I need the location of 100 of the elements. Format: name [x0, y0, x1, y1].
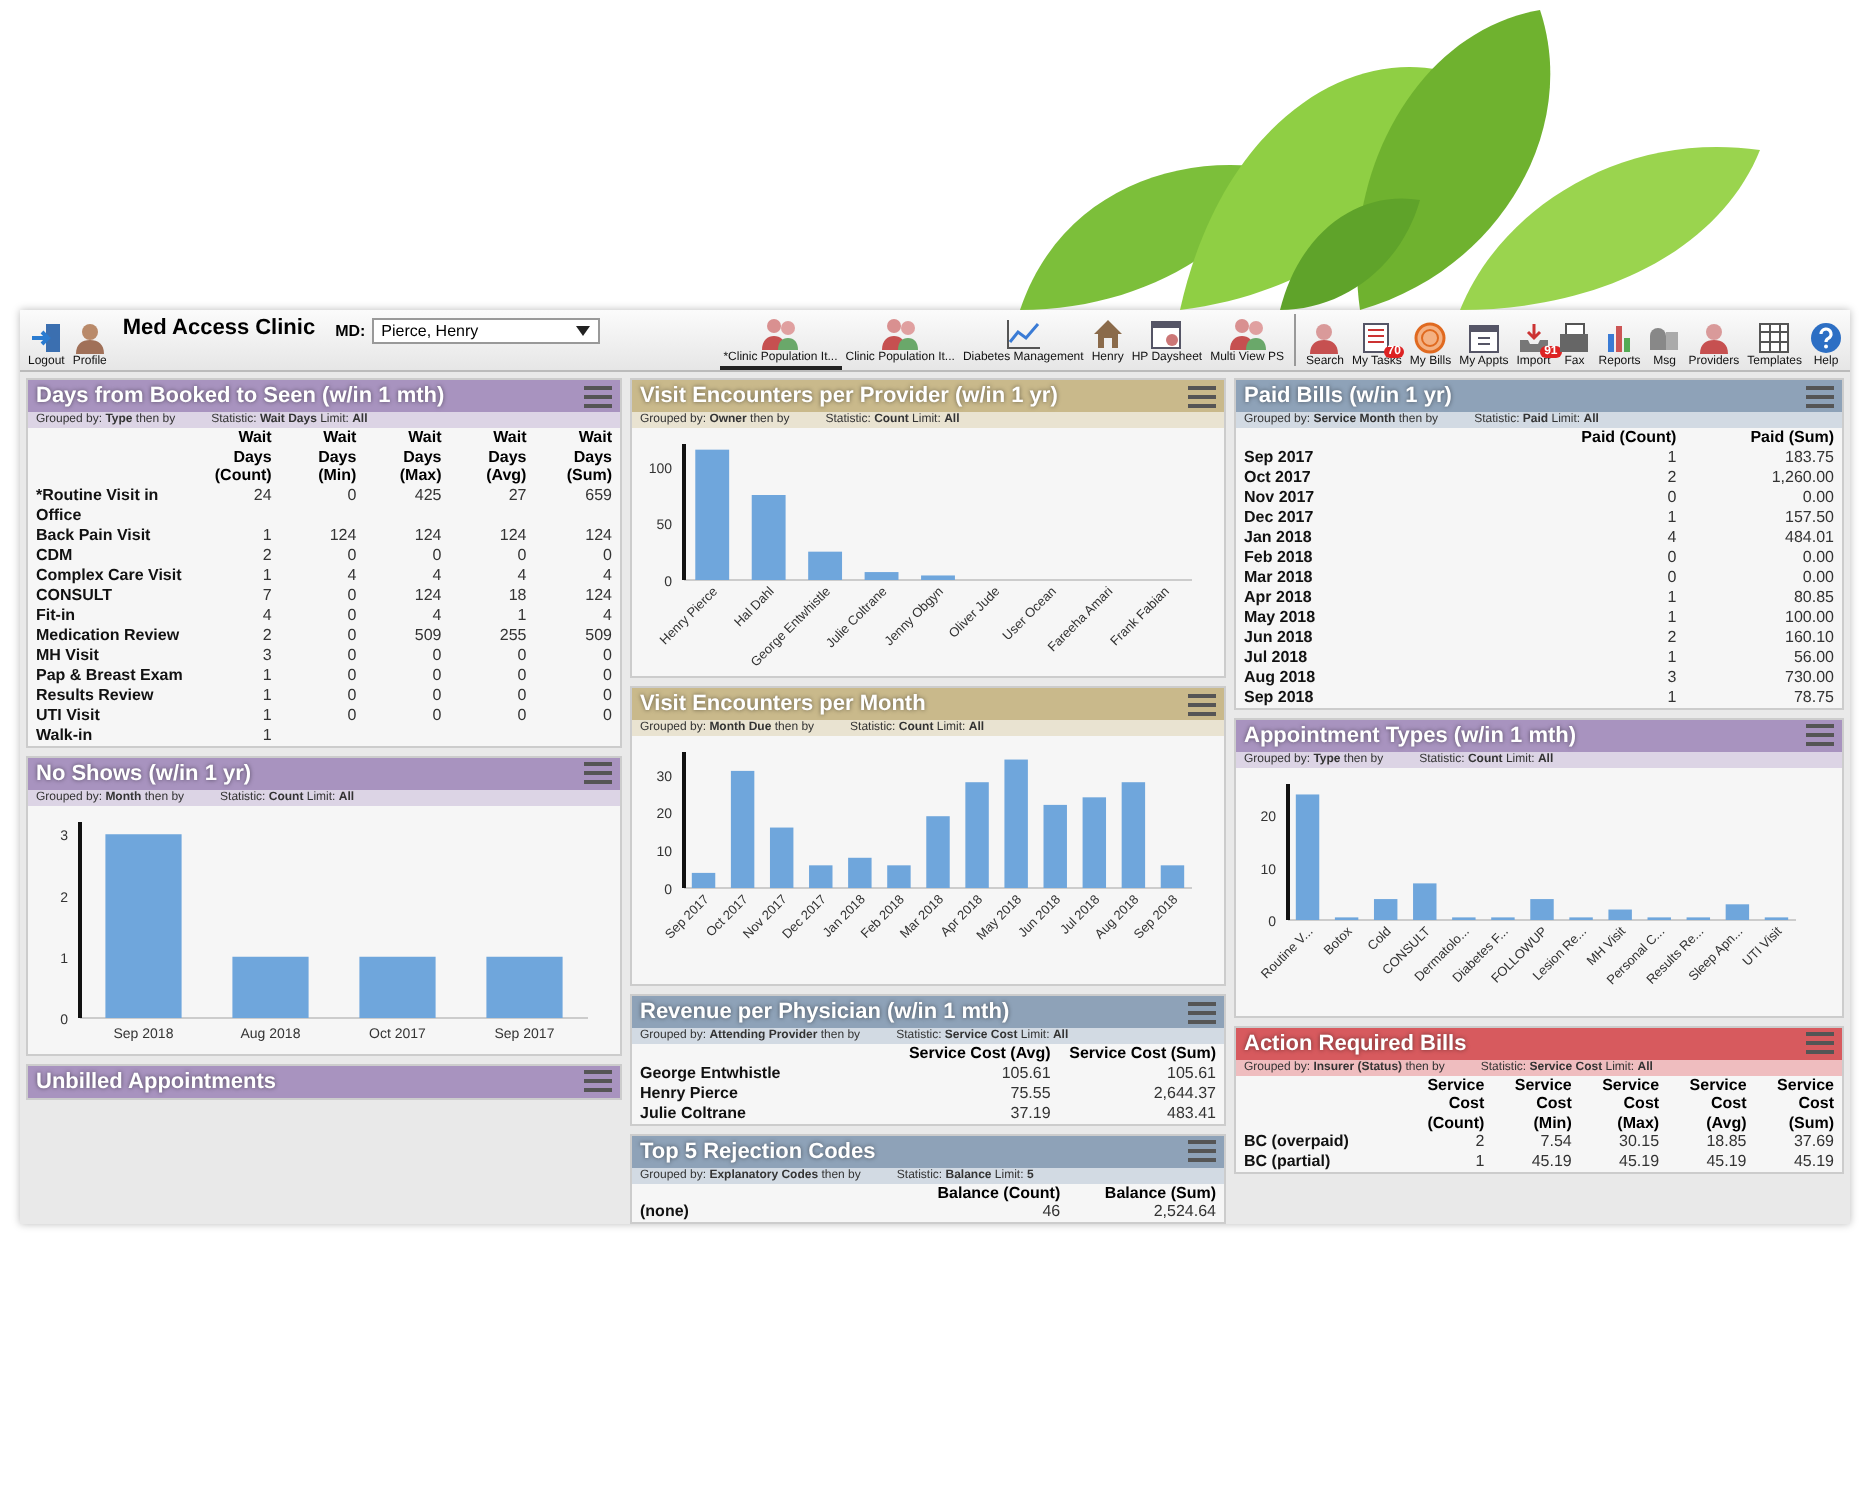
- menu-icon[interactable]: [1806, 385, 1834, 407]
- table-cell: 37.69: [1793, 1132, 1834, 1151]
- table-cell: 75.55: [1010, 1083, 1051, 1102]
- table-cell: 0: [603, 665, 612, 684]
- chart-bar: [1004, 759, 1028, 888]
- menu-icon[interactable]: [1188, 385, 1216, 407]
- table-cell: 157.50: [1785, 507, 1834, 526]
- table-cell: 0: [347, 685, 357, 704]
- table-cell: 1: [262, 525, 272, 544]
- table-cell: 78.75: [1793, 687, 1834, 706]
- table-cell: 1: [1475, 1152, 1485, 1171]
- chart-bar: [730, 770, 755, 888]
- table-cell: 0: [517, 545, 527, 564]
- panel-title: Paid Bills (w/in 1 yr): [1244, 384, 1452, 408]
- chart-bar: [1082, 797, 1107, 888]
- chart-bar: [864, 572, 899, 580]
- table-cell: 0: [347, 545, 357, 564]
- chart-bar: [1725, 903, 1750, 920]
- table-cell: 0: [347, 645, 357, 664]
- chart-bar: [1121, 782, 1146, 888]
- table-cell: 183.75: [1785, 447, 1834, 466]
- row-label: Julie Coltrane: [640, 1103, 746, 1122]
- table-cell: 2,524.64: [1153, 1202, 1216, 1221]
- menu-icon[interactable]: [1806, 1032, 1834, 1055]
- panel-title: No Shows (w/in 1 yr): [36, 761, 252, 786]
- row-label: Complex Care Visit: [36, 565, 182, 584]
- menu-icon[interactable]: [584, 762, 612, 785]
- table-cell: 1: [262, 685, 272, 704]
- y-axis-line: [1286, 783, 1290, 920]
- menu-icon[interactable]: [1188, 693, 1216, 715]
- table-cell: 1: [1667, 607, 1677, 626]
- calendar-icon: [1467, 322, 1500, 354]
- table-cell: 2: [1667, 627, 1677, 646]
- caret-icon: [575, 326, 590, 336]
- row-label: Dec 2017: [1244, 507, 1314, 526]
- table-cell: 1: [1667, 647, 1677, 666]
- table-cell: 0: [517, 665, 527, 684]
- table-cell: 4: [432, 605, 442, 624]
- table-cell: 0: [517, 685, 527, 704]
- chart-bar: [486, 956, 563, 1018]
- column-header: Wait Days (Max): [399, 428, 442, 485]
- table-cell: 1: [262, 725, 272, 744]
- row-label: UTI Visit: [36, 705, 100, 724]
- table-cell: 0: [517, 645, 527, 664]
- clinic-name: Med Access Clinic: [122, 316, 316, 340]
- row-label: Apr 2018: [1244, 587, 1312, 606]
- people-icon: [760, 318, 801, 350]
- y-axis-line: [682, 444, 686, 580]
- chart-bar: [926, 816, 950, 888]
- column-header: Balance (Sum): [1104, 1183, 1216, 1202]
- people-icon: [1227, 318, 1268, 350]
- row-label: Pap & Breast Exam: [36, 665, 183, 684]
- chart-bar: [232, 956, 309, 1018]
- table-cell: 0: [1667, 487, 1677, 506]
- table-cell: 45.19: [1619, 1152, 1660, 1171]
- row-label: Walk-in: [36, 725, 93, 744]
- column-header: Wait Days (Avg): [486, 428, 527, 485]
- table-cell: 0: [347, 705, 357, 724]
- row-label: Sep 2017: [1244, 447, 1314, 466]
- table-cell: 30.15: [1619, 1132, 1660, 1151]
- panel-title: Appointment Types (w/in 1 mth): [1244, 723, 1577, 748]
- y-axis-line: [682, 752, 686, 888]
- panel-title: Days from Booked to Seen (w/in 1 mth): [36, 384, 445, 408]
- table-cell: 124: [414, 585, 442, 604]
- table-cell: 7.54: [1540, 1132, 1572, 1151]
- table-cell: 124: [329, 525, 357, 544]
- column-header: Wait Days (Count): [214, 428, 272, 485]
- menu-icon[interactable]: [1188, 1001, 1216, 1023]
- row-label: Mar 2018: [1244, 567, 1313, 586]
- column-header: Service Cost (Max): [1602, 1075, 1660, 1132]
- menu-icon[interactable]: [1806, 724, 1834, 747]
- grid-icon: [1758, 322, 1791, 354]
- table-cell: 4: [603, 565, 612, 584]
- md-select[interactable]: Pierce, Henry: [371, 318, 600, 344]
- table-cell: 0: [347, 585, 357, 604]
- menu-icon[interactable]: [584, 385, 612, 407]
- help-icon: [1810, 322, 1842, 354]
- column-header: Paid (Sum): [1750, 428, 1834, 446]
- table-cell: 0: [603, 545, 612, 564]
- column-header: Paid (Count): [1581, 428, 1677, 446]
- table-cell: 1: [1667, 507, 1677, 526]
- panel-title: Visit Encounters per Month: [640, 692, 926, 716]
- table-cell: 124: [414, 525, 442, 544]
- table-cell: 0: [432, 705, 442, 724]
- row-label: Henry Pierce: [640, 1083, 738, 1102]
- menu-icon[interactable]: [584, 1070, 612, 1093]
- panel-title: Unbilled Appointments: [36, 1069, 276, 1094]
- table-cell: 45.19: [1706, 1152, 1747, 1171]
- row-label: Nov 2017: [1244, 487, 1315, 506]
- table-cell: 105.61: [1167, 1063, 1216, 1082]
- column-header: Wait Days (Sum): [566, 428, 612, 485]
- table-cell: 4: [517, 565, 527, 584]
- menu-icon[interactable]: [1188, 1140, 1216, 1163]
- table-cell: 4: [603, 605, 612, 624]
- table-cell: 0: [432, 545, 442, 564]
- table-cell: 0: [432, 645, 442, 664]
- bar-chart-icon: [1603, 322, 1636, 354]
- table-cell: 0: [432, 685, 442, 704]
- table-cell: 0: [432, 665, 442, 684]
- chart-bar: [965, 782, 989, 888]
